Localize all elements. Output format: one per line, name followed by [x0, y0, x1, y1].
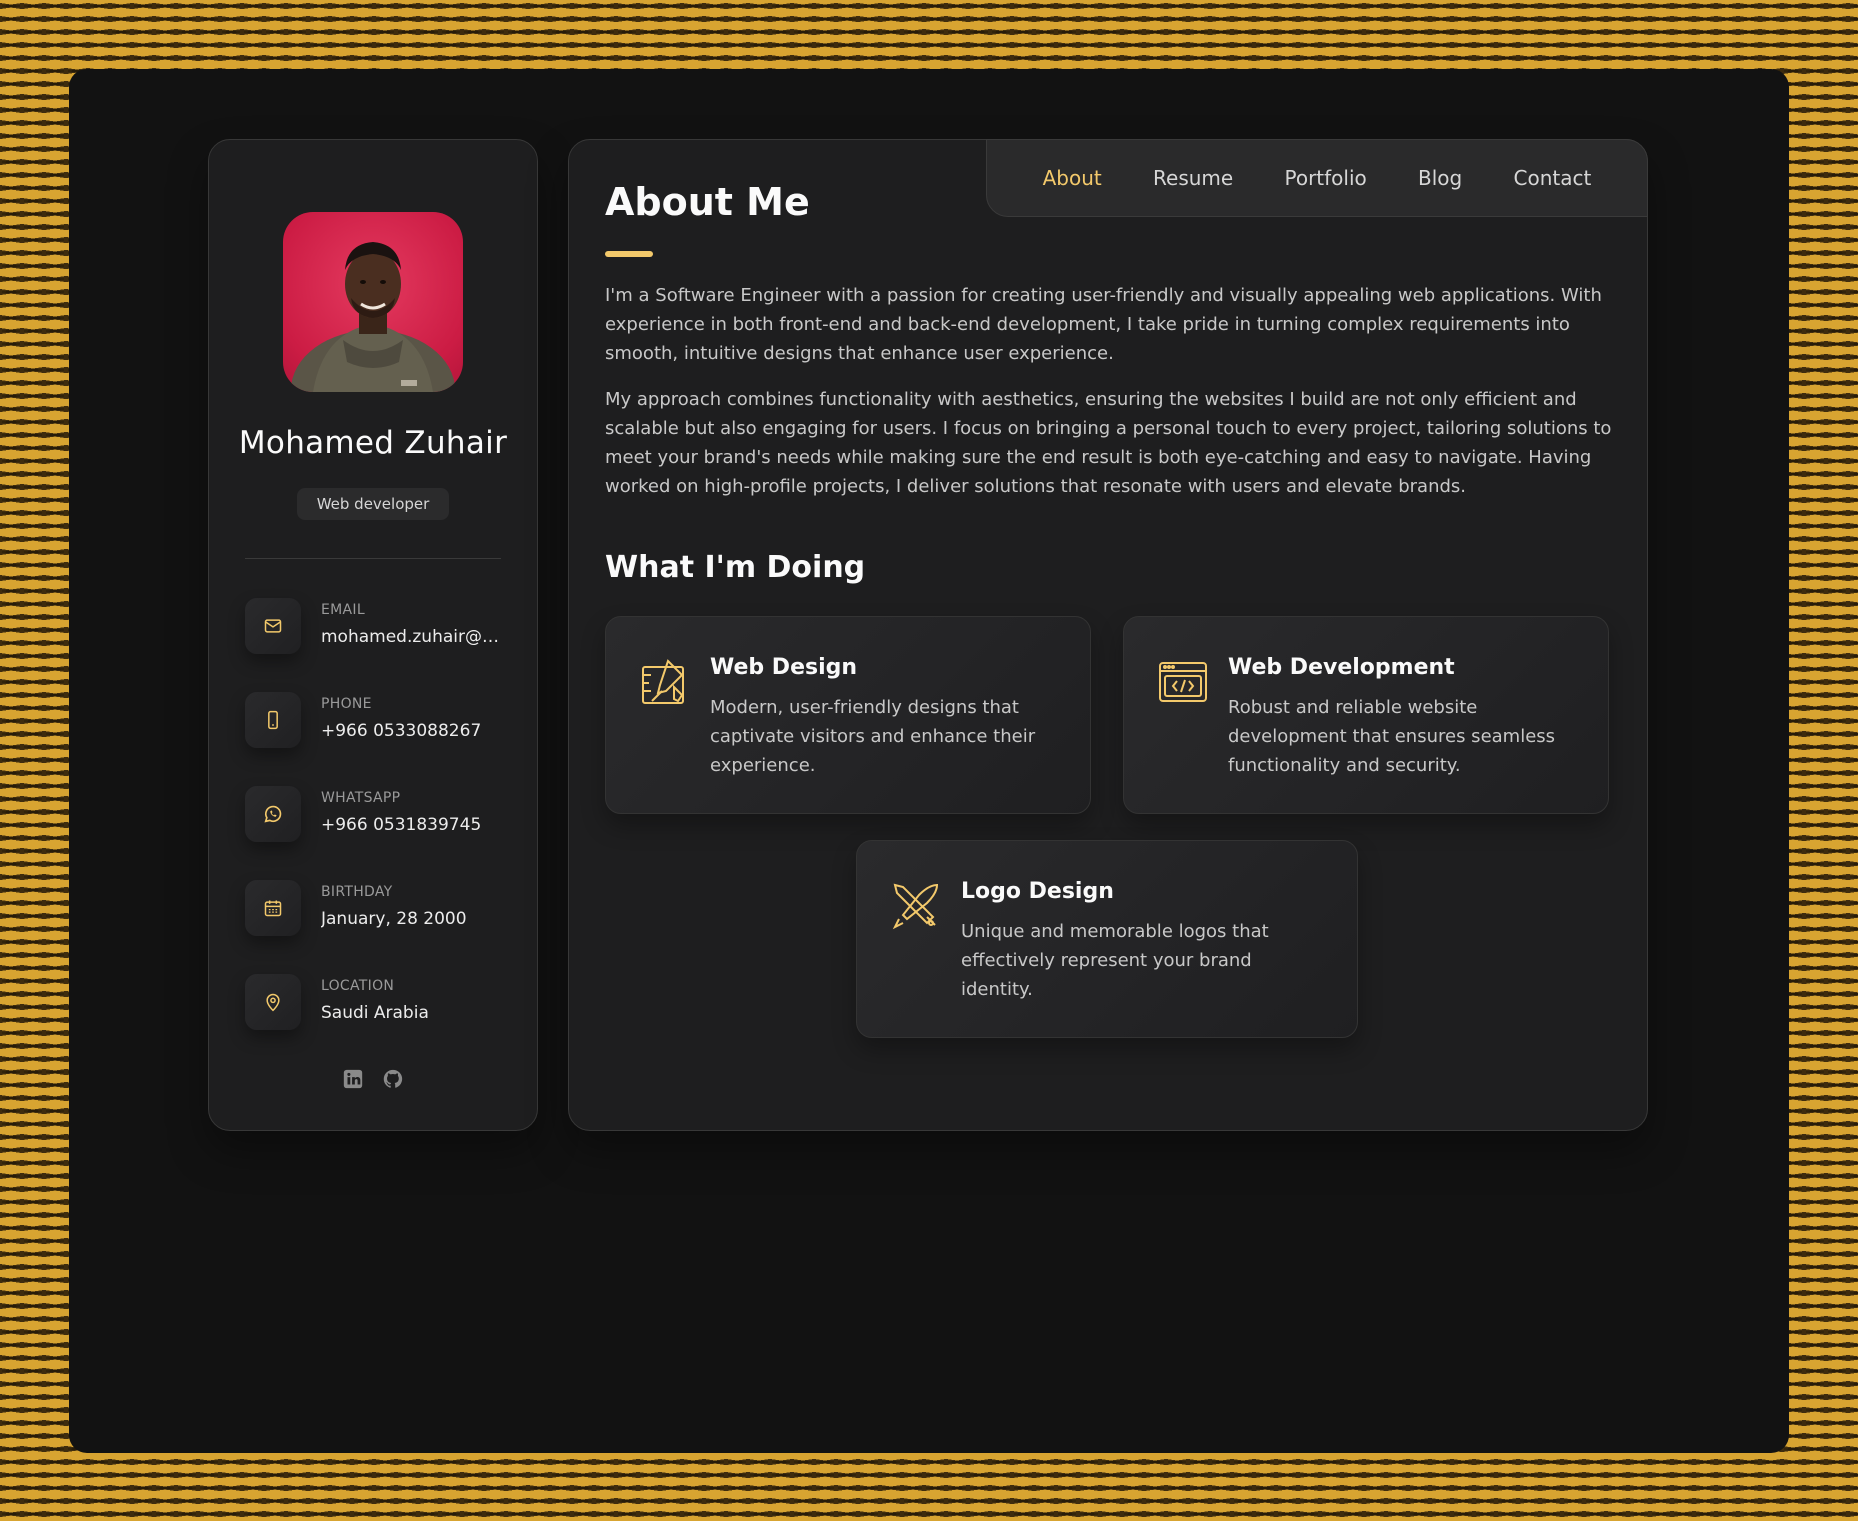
phone-icon — [245, 692, 301, 748]
contact-location: LOCATION Saudi Arabia — [245, 974, 505, 1032]
page-title: About Me — [605, 180, 810, 224]
linkedin-icon[interactable] — [342, 1068, 364, 1094]
profile-name: Mohamed Zuhair — [238, 425, 508, 461]
contact-label: LOCATION — [321, 978, 395, 994]
service-title: Web Development — [1228, 655, 1455, 680]
service-text: Robust and reliable website development … — [1228, 697, 1556, 776]
service-card-logo-design: Logo Design Unique and memorable logos t… — [856, 840, 1358, 1038]
service-text: Modern, user-friendly designs that capti… — [710, 697, 1036, 776]
nav-portfolio[interactable]: Portfolio — [1284, 166, 1366, 190]
contact-phone: PHONE +966 0533088267 — [245, 692, 505, 750]
calendar-icon — [245, 880, 301, 936]
service-text: Unique and memorable logos that effectiv… — [961, 921, 1269, 1000]
avatar — [283, 212, 463, 392]
about-paragraph-1: I'm a Software Engineer with a passion f… — [605, 285, 1602, 364]
contact-email: EMAIL mohamed.zuhair@p... — [245, 598, 505, 656]
about-paragraph-2: My approach combines functionality with … — [605, 389, 1612, 497]
whatsapp-link[interactable]: +966 0531839745 — [321, 815, 505, 835]
service-card-web-development: Web Development Robust and reliable webs… — [1123, 616, 1609, 814]
title-underline — [605, 251, 653, 257]
main-panel: About Resume Portfolio Blog Contact Abou… — [568, 139, 1648, 1131]
nav-blog[interactable]: Blog — [1418, 166, 1462, 190]
email-link[interactable]: mohamed.zuhair@p... — [321, 627, 505, 647]
contact-birthday: BIRTHDAY January, 28 2000 — [245, 880, 505, 938]
nav-resume[interactable]: Resume — [1153, 166, 1233, 190]
design-icon — [640, 657, 690, 707]
service-title: Logo Design — [961, 879, 1114, 904]
github-icon[interactable] — [382, 1068, 404, 1094]
nav-about[interactable]: About — [1043, 166, 1102, 190]
contact-whatsapp: WHATSAPP +966 0531839745 — [245, 786, 505, 844]
contact-label: EMAIL — [321, 602, 365, 618]
service-card-web-design: Web Design Modern, user-friendly designs… — [605, 616, 1091, 814]
nav-contact[interactable]: Contact — [1514, 166, 1592, 190]
code-window-icon — [1158, 657, 1208, 707]
pen-tools-icon — [891, 881, 941, 931]
birthday-value: January, 28 2000 — [321, 909, 467, 929]
contact-label: BIRTHDAY — [321, 884, 393, 900]
location-pin-icon — [245, 974, 301, 1030]
whatsapp-icon — [245, 786, 301, 842]
divider — [245, 558, 501, 559]
location-value: Saudi Arabia — [321, 1003, 429, 1023]
contact-label: WHATSAPP — [321, 790, 401, 806]
mail-icon — [245, 598, 301, 654]
phone-link[interactable]: +966 0533088267 — [321, 721, 505, 741]
profile-title-badge: Web developer — [297, 488, 449, 520]
contact-label: PHONE — [321, 696, 372, 712]
top-navbar: About Resume Portfolio Blog Contact — [986, 139, 1648, 217]
profile-sidebar: Mohamed Zuhair Web developer EMAIL moham… — [208, 139, 538, 1131]
social-links — [209, 1068, 537, 1094]
services-heading: What I'm Doing — [605, 550, 866, 585]
service-title: Web Design — [710, 655, 858, 680]
